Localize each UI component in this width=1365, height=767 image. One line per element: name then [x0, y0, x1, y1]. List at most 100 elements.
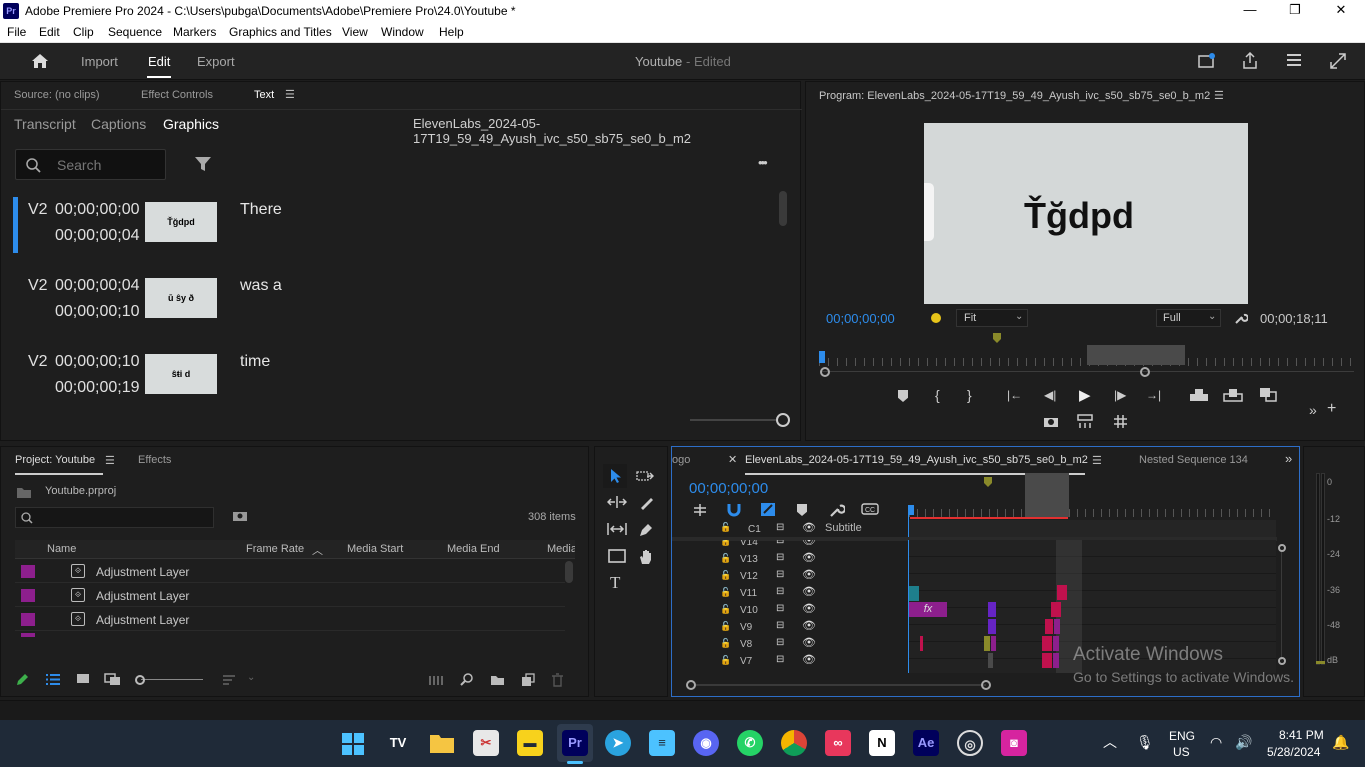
obs-icon[interactable]: ◎	[957, 730, 983, 756]
toggle-sync-icon[interactable]: ⊟	[776, 620, 784, 631]
rectangle-tool-icon[interactable]	[608, 549, 626, 563]
maximize-button[interactable]: ❐	[1280, 2, 1310, 20]
tab-import[interactable]: Import	[81, 54, 118, 69]
automate-sequence-icon[interactable]	[429, 675, 445, 686]
premiere-pro-icon[interactable]: Pr	[562, 730, 588, 756]
lock-icon[interactable]: 🔓	[720, 540, 731, 547]
clip-adjustment-fx[interactable]: fx	[909, 602, 947, 617]
clip[interactable]	[1042, 636, 1052, 651]
wrench-icon[interactable]	[1234, 311, 1248, 325]
snap-icon[interactable]	[727, 503, 741, 517]
zoom-slider[interactable]	[141, 679, 203, 680]
file-explorer-icon[interactable]	[429, 732, 455, 754]
time-ruler[interactable]	[909, 509, 1275, 517]
grid-icon[interactable]	[1113, 414, 1128, 429]
caption-row[interactable]: V2 00;00;00;10 00;00;00;19 ŝŧi d time	[13, 349, 781, 419]
toggle-sync-icon[interactable]: ⊟	[776, 552, 784, 563]
eye-icon[interactable]: 👁	[802, 551, 816, 564]
ripple-edit-tool-icon[interactable]	[607, 495, 627, 509]
safe-margins-icon[interactable]	[1077, 414, 1093, 429]
razor-tool-icon[interactable]	[638, 495, 654, 511]
zoom-handle-right[interactable]	[1140, 367, 1150, 377]
quality-dropdown[interactable]: Full ⌄	[1156, 309, 1221, 327]
add-marker-icon[interactable]	[797, 504, 807, 516]
menu-file[interactable]: File	[7, 25, 26, 39]
thumb-size-slider[interactable]	[690, 419, 776, 421]
clip[interactable]	[991, 636, 996, 651]
toggle-sync-icon[interactable]: ⊟	[776, 603, 784, 614]
vertical-zoom-handle-bottom[interactable]	[1278, 657, 1286, 665]
windows-start-icon[interactable]	[342, 733, 364, 755]
work-area-range[interactable]	[1025, 473, 1069, 517]
marker-icon[interactable]	[993, 333, 1001, 343]
program-menu-icon[interactable]: ☰	[1214, 89, 1224, 102]
caption-text[interactable]: There	[240, 201, 282, 219]
fit-dropdown[interactable]: Fit ⌄	[956, 309, 1028, 327]
column-frame-rate[interactable]: Frame Rate	[246, 543, 304, 555]
instagram-icon[interactable]: ◙	[1001, 730, 1027, 756]
tradingview-icon[interactable]: TV	[385, 730, 411, 756]
caption-row[interactable]: V2 00;00;00;00 00;00;00;04 Ťğdpd There	[13, 197, 781, 267]
table-row[interactable]: ⟐ Adjustment Layer	[15, 560, 565, 583]
project-scrollbar[interactable]	[565, 561, 573, 583]
zoom-handle-left[interactable]	[820, 367, 830, 377]
linked-selection-icon[interactable]	[760, 502, 776, 517]
clock-time[interactable]: 8:41 PM	[1279, 728, 1324, 742]
menu-edit[interactable]: Edit	[39, 25, 60, 39]
eye-icon[interactable]: 👁	[802, 540, 816, 547]
comparison-view-icon[interactable]	[1259, 387, 1277, 402]
tab-effect-controls[interactable]: Effect Controls	[141, 89, 213, 101]
tab-prev-sequence[interactable]: ogo	[672, 454, 690, 466]
program-video-frame[interactable]: Ťğdpd	[924, 123, 1248, 304]
captions-icon[interactable]: CC	[861, 503, 879, 515]
fullscreen-icon[interactable]	[1330, 53, 1346, 69]
project-menu-icon[interactable]: ☰	[105, 454, 115, 467]
pencil-icon[interactable]	[15, 673, 29, 687]
step-back-icon[interactable]: ◀|	[1044, 388, 1056, 402]
toggle-sync-icon[interactable]: ⊟	[776, 540, 784, 546]
eye-icon[interactable]: 👁	[802, 619, 816, 632]
more-controls-icon[interactable]: »	[1309, 402, 1317, 418]
selection-tool-icon[interactable]	[610, 468, 622, 484]
notification-bell-icon[interactable]: 🔔	[1332, 734, 1349, 751]
menu-markers[interactable]: Markers	[173, 25, 216, 39]
column-media[interactable]: Media	[547, 543, 575, 555]
menu-view[interactable]: View	[342, 25, 368, 39]
clock-date[interactable]: 5/28/2024	[1267, 745, 1320, 759]
pen-tool-icon[interactable]	[638, 522, 654, 538]
caption-text[interactable]: time	[240, 353, 270, 371]
clip[interactable]	[1045, 619, 1053, 634]
tab-transcript[interactable]: Transcript	[14, 116, 76, 132]
caption-row[interactable]: V2 00;00;00;04 00;00;00;10 ū ŝy ð was a	[13, 273, 781, 343]
toggle-sync-icon[interactable]: ⊟	[776, 637, 784, 648]
timeline-menu-icon[interactable]: ☰	[1092, 454, 1102, 467]
marker-icon[interactable]	[984, 477, 992, 487]
new-bin-icon[interactable]	[490, 674, 505, 686]
add-button-icon[interactable]: +	[1327, 400, 1336, 418]
clip[interactable]	[988, 619, 996, 634]
lock-icon[interactable]: 🔓	[720, 522, 731, 533]
column-media-end[interactable]: Media End	[447, 543, 500, 555]
insert-icon[interactable]	[1189, 388, 1209, 402]
toggle-sync-icon[interactable]: ⊟	[776, 586, 784, 597]
new-item-icon[interactable]	[521, 673, 535, 687]
tab-text[interactable]: Text	[254, 89, 274, 101]
lock-icon[interactable]: 🔓	[720, 655, 731, 666]
zoom-bar[interactable]	[820, 371, 1354, 372]
tab-active-sequence[interactable]: ElevenLabs_2024-05-17T19_59_49_Ayush_ivc…	[745, 454, 1088, 466]
lock-icon[interactable]: 🔓	[720, 587, 731, 598]
clip[interactable]	[1042, 653, 1052, 668]
eye-icon[interactable]: 👁	[802, 568, 816, 581]
program-timecode[interactable]: 00;00;00;00	[826, 311, 895, 326]
tab-source[interactable]: Source: (no clips)	[14, 89, 100, 101]
overwrite-icon[interactable]	[1223, 388, 1243, 402]
wifi-icon[interactable]: ◠	[1210, 734, 1222, 751]
play-icon[interactable]: ▶	[1079, 386, 1091, 404]
add-marker-icon[interactable]	[898, 390, 908, 402]
sticky-notes-icon[interactable]: ▬	[517, 730, 543, 756]
column-media-start[interactable]: Media Start	[347, 543, 403, 555]
h-zoom-handle-left[interactable]	[686, 680, 696, 690]
clip[interactable]	[1053, 636, 1059, 651]
track-select-tool-icon[interactable]	[636, 469, 654, 483]
camera-icon[interactable]	[1043, 415, 1059, 428]
